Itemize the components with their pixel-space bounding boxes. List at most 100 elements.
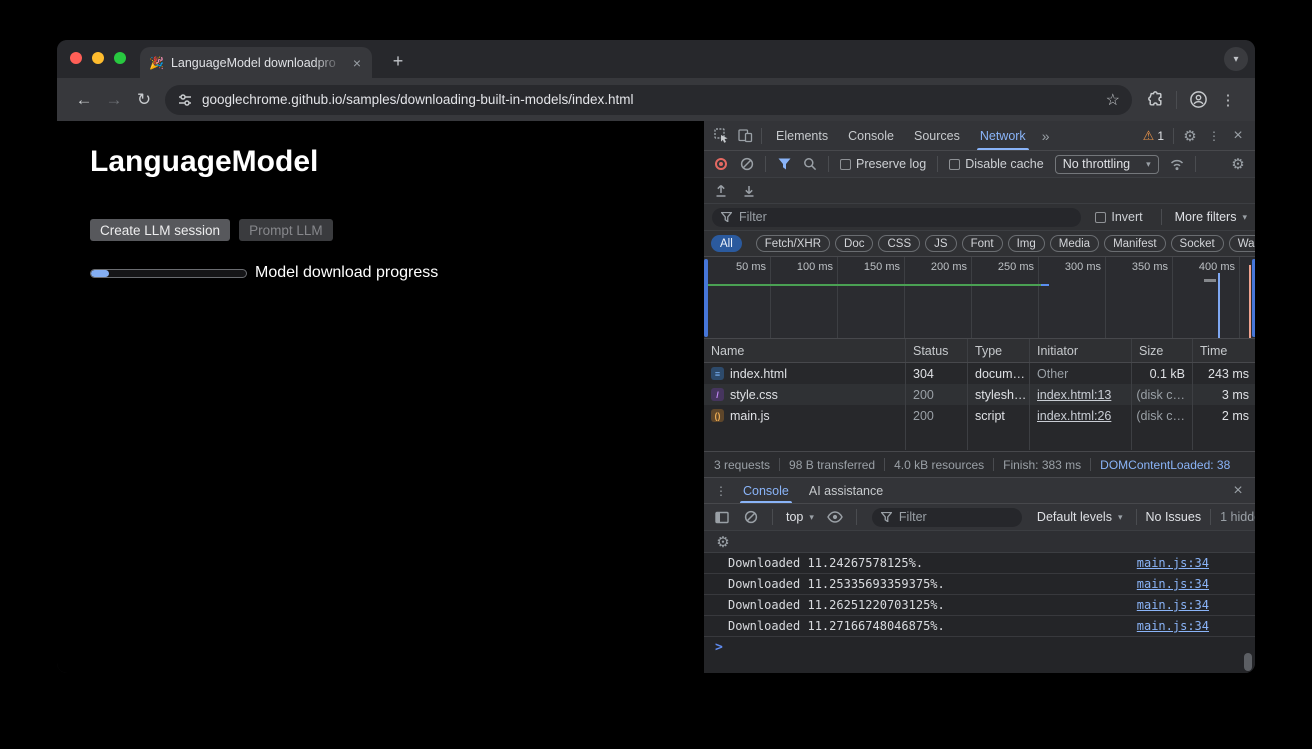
overview-right-handle[interactable]	[1252, 259, 1255, 337]
tab-elements[interactable]: Elements	[766, 121, 838, 150]
console-filter-field[interactable]	[872, 508, 1022, 527]
resource-type-chip[interactable]: Doc	[835, 235, 873, 252]
console-sidebar-icon[interactable]	[710, 505, 734, 529]
url-bar[interactable]: googlechrome.github.io/samples/downloadi…	[165, 85, 1132, 115]
column-header-name[interactable]: Name	[704, 339, 906, 362]
issues-counter[interactable]: No Issues	[1146, 510, 1202, 524]
prompt-llm-button[interactable]: Prompt LLM	[239, 219, 333, 241]
drawer-menu-icon[interactable]: ⋮	[709, 479, 733, 503]
chevron-down-icon: ▾	[1146, 159, 1151, 170]
clear-console-icon[interactable]	[739, 505, 763, 529]
drawer-close-icon[interactable]: ×	[1226, 479, 1250, 503]
filter-funnel-icon[interactable]	[772, 152, 796, 176]
column-header-type[interactable]: Type	[968, 339, 1030, 362]
window-close-button[interactable]	[70, 52, 82, 64]
url-text[interactable]: googlechrome.github.io/samples/downloadi…	[202, 92, 1097, 107]
hidden-messages-count[interactable]: 1 hidden	[1220, 510, 1255, 524]
invert-checkbox[interactable]	[1095, 212, 1106, 223]
console-source-link[interactable]: main.js:34	[1137, 577, 1209, 591]
window-minimize-button[interactable]	[92, 52, 104, 64]
tab-console[interactable]: Console	[838, 121, 904, 150]
resource-type-chip[interactable]: Fetch/XHR	[756, 235, 830, 252]
browser-tab[interactable]: 🎉 LanguageModel downloadpro ×	[140, 47, 372, 78]
console-source-link[interactable]: main.js:34	[1137, 556, 1209, 570]
column-header-initiator[interactable]: Initiator	[1030, 339, 1132, 362]
resource-type-chip[interactable]: Manifest	[1104, 235, 1165, 252]
overview-left-handle[interactable]	[704, 259, 708, 337]
request-size: 0.1 kB	[1132, 363, 1193, 384]
bookmark-star-icon[interactable]: ☆	[1106, 90, 1120, 110]
console-messages: Downloaded 11.24267578125%. main.js:34 D…	[704, 553, 1255, 673]
network-filter-input[interactable]	[739, 210, 1072, 224]
console-source-link[interactable]: main.js:34	[1137, 598, 1209, 612]
profile-icon[interactable]	[1183, 85, 1213, 115]
network-request-row[interactable]: /style.css 200 stylesh… index.html:13 (d…	[704, 384, 1255, 405]
console-source-link[interactable]: main.js:34	[1137, 619, 1209, 633]
back-button[interactable]: ←	[69, 85, 99, 115]
console-filter-input[interactable]	[899, 510, 1013, 524]
network-settings-icon[interactable]: ⚙	[1226, 152, 1250, 176]
network-request-row[interactable]: ()main.js 200 script index.html:26 (disk…	[704, 405, 1255, 426]
window-zoom-button[interactable]	[114, 52, 126, 64]
divider	[1161, 209, 1162, 225]
column-header-size[interactable]: Size	[1132, 339, 1193, 362]
resource-type-chip[interactable]: Socket	[1171, 235, 1224, 252]
request-name[interactable]: style.css	[730, 388, 778, 402]
resource-type-chip[interactable]: Img	[1008, 235, 1045, 252]
resource-type-chip[interactable]: JS	[925, 235, 956, 252]
console-message-text: Downloaded 11.24267578125%.	[728, 556, 1137, 570]
request-name[interactable]: main.js	[730, 409, 770, 423]
tab-close-icon[interactable]: ×	[351, 55, 363, 71]
browser-menu-icon[interactable]: ⋮	[1213, 85, 1243, 115]
search-icon[interactable]	[798, 152, 822, 176]
devtools-menu-icon[interactable]: ⋮	[1202, 124, 1226, 148]
resource-type-chip[interactable]: Font	[962, 235, 1003, 252]
page-title: LanguageModel	[90, 145, 703, 179]
tab-network[interactable]: Network	[970, 121, 1036, 150]
resource-type-chip-all[interactable]: All	[711, 235, 742, 252]
execution-context-select[interactable]: top ▾	[782, 510, 818, 524]
network-overview-timeline[interactable]: 50 ms 100 ms 150 ms 200 ms 250 ms 300 ms…	[704, 257, 1255, 339]
create-llm-session-button[interactable]: Create LLM session	[90, 219, 230, 241]
console-settings-icon[interactable]: ⚙	[711, 530, 735, 554]
network-conditions-icon[interactable]	[1165, 152, 1189, 176]
more-tabs-icon[interactable]: »	[1036, 128, 1056, 144]
extensions-icon[interactable]	[1140, 85, 1170, 115]
console-scrollbar-thumb[interactable]	[1244, 653, 1252, 671]
initiator-link[interactable]: index.html:13	[1037, 388, 1111, 402]
drawer-tab-ai-assistance[interactable]: AI assistance	[799, 478, 893, 503]
console-prompt[interactable]: >	[704, 637, 1255, 657]
tab-search-button[interactable]: ▾	[1224, 47, 1248, 71]
devtools-close-icon[interactable]: ×	[1226, 124, 1250, 148]
timeline-tick: 50 ms	[710, 261, 766, 273]
new-tab-button[interactable]: +	[385, 48, 411, 74]
column-header-status[interactable]: Status	[906, 339, 968, 362]
devtools-settings-icon[interactable]: ⚙	[1178, 124, 1202, 148]
column-header-time[interactable]: Time	[1193, 339, 1255, 362]
site-settings-icon[interactable]	[177, 92, 193, 108]
clear-network-log-icon[interactable]	[735, 152, 759, 176]
device-toolbar-icon[interactable]	[733, 124, 757, 148]
resource-type-chip[interactable]: Media	[1050, 235, 1099, 252]
drawer-tab-console[interactable]: Console	[733, 478, 799, 503]
throttling-select[interactable]: No throttling ▾	[1055, 155, 1159, 174]
resource-type-chip[interactable]: CSS	[878, 235, 920, 252]
forward-button[interactable]: →	[99, 85, 129, 115]
inspect-element-icon[interactable]	[709, 124, 733, 148]
initiator-link[interactable]: index.html:26	[1037, 409, 1111, 423]
network-filter-field[interactable]	[712, 208, 1081, 227]
issues-warning-badge[interactable]: ⚠ 1	[1138, 128, 1169, 144]
log-levels-select[interactable]: Default levels ▾	[1033, 510, 1127, 524]
network-request-row[interactable]: ≡index.html 304 docum… Other 0.1 kB 243 …	[704, 363, 1255, 384]
request-name[interactable]: index.html	[730, 367, 787, 381]
more-filters-dropdown[interactable]: More filters ▾	[1175, 210, 1247, 224]
export-har-icon[interactable]	[709, 179, 733, 203]
record-network-log-icon[interactable]	[709, 152, 733, 176]
reload-button[interactable]: ↻	[129, 85, 159, 115]
preserve-log-checkbox[interactable]	[840, 159, 851, 170]
tab-sources[interactable]: Sources	[904, 121, 970, 150]
disable-cache-checkbox[interactable]	[949, 159, 960, 170]
live-expression-eye-icon[interactable]	[823, 505, 847, 529]
resource-type-chip[interactable]: Wasm	[1229, 235, 1255, 252]
import-har-icon[interactable]	[737, 179, 761, 203]
